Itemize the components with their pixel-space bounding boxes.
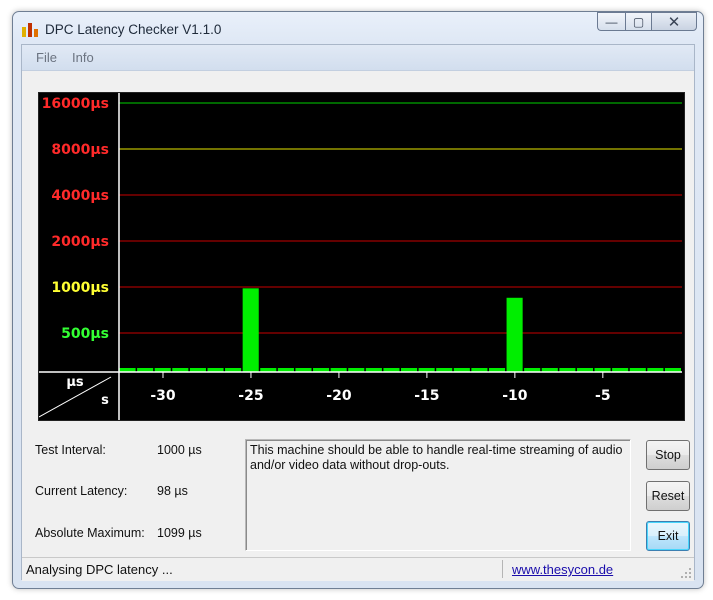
x-unit-label: s: [101, 393, 109, 408]
y-axis-label: 8000µs: [51, 142, 109, 158]
stop-button[interactable]: Stop: [646, 440, 690, 470]
test-interval-label: Test Interval:: [35, 443, 106, 457]
minimize-icon: —: [605, 14, 618, 29]
minimize-button[interactable]: —: [597, 12, 625, 31]
y-axis-label: 16000µs: [42, 96, 109, 112]
test-interval-value: 1000 µs: [157, 443, 202, 457]
x-tick-label: -20: [326, 388, 352, 404]
current-latency-value: 98 µs: [157, 484, 188, 498]
status-message-box: This machine should be able to handle re…: [245, 439, 631, 551]
latency-graph: 16000µs 8000µs 4000µs 2000µs 1000µs 500µs µs s -…: [38, 92, 685, 421]
status-divider: [502, 560, 503, 578]
status-message: This machine should be able to handle re…: [250, 443, 623, 472]
status-text: Analysing DPC latency ...: [26, 562, 173, 577]
x-tick-label: -25: [238, 388, 263, 404]
y-unit-label: µs: [66, 375, 84, 390]
latency-bar: [242, 288, 259, 372]
maximize-button[interactable]: ▢: [625, 12, 651, 31]
resize-grip-icon[interactable]: [680, 567, 692, 579]
latency-bar: [506, 297, 523, 372]
x-tick-label: -10: [502, 388, 528, 404]
website-link[interactable]: www.thesycon.de: [512, 562, 613, 577]
maximize-icon: ▢: [632, 14, 645, 29]
menu-bar: File Info: [22, 45, 694, 71]
current-latency-label: Current Latency:: [35, 484, 128, 498]
title-bar[interactable]: DPC Latency Checker V1.1.0 — ▢ ✕: [13, 12, 703, 44]
exit-button[interactable]: Exit: [646, 521, 690, 551]
y-axis-label: 2000µs: [51, 234, 109, 250]
absolute-maximum-value: 1099 µs: [157, 526, 202, 540]
absolute-maximum-label: Absolute Maximum:: [35, 526, 145, 540]
y-axis-label: 1000µs: [51, 280, 109, 296]
status-bar: Analysing DPC latency ... www.thesycon.d…: [22, 557, 694, 581]
window-title: DPC Latency Checker V1.1.0: [45, 22, 222, 37]
y-axis-label: 500µs: [61, 326, 109, 342]
close-icon: ✕: [667, 13, 681, 31]
close-button[interactable]: ✕: [651, 12, 697, 31]
x-tick-label: -15: [414, 388, 439, 404]
menu-file[interactable]: File: [36, 50, 57, 65]
client-area: File Info 16000µs 8000µs 4000µs 2000µs 1000µ…: [21, 44, 695, 581]
app-bars-icon: [22, 23, 38, 37]
menu-info[interactable]: Info: [72, 50, 94, 65]
app-window: DPC Latency Checker V1.1.0 — ▢ ✕ File In…: [12, 11, 704, 589]
reset-button[interactable]: Reset: [646, 481, 690, 511]
x-tick-label: -30: [150, 388, 176, 404]
y-axis-label: 4000µs: [51, 188, 109, 204]
x-tick-label: -5: [595, 388, 611, 404]
